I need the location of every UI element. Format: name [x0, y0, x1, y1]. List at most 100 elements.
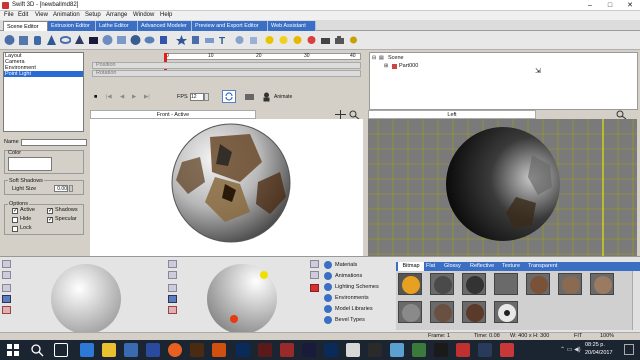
tab-glossy[interactable]: Glossy: [444, 262, 461, 271]
category-bevel-types[interactable]: Bevel Types: [335, 317, 365, 324]
app-icon[interactable]: [478, 343, 492, 357]
tab-bitmap[interactable]: Bitmap: [398, 262, 424, 271]
firefox-icon[interactable]: [168, 343, 182, 357]
app-icon[interactable]: [212, 343, 226, 357]
app-icon[interactable]: [146, 343, 160, 357]
material-swatch[interactable]: [526, 273, 550, 295]
tab-advanced-modeler[interactable]: Advanced Modeler: [138, 21, 192, 31]
maximize-button[interactable]: □: [600, 0, 620, 11]
timeline-ruler[interactable]: 0 10 20 30 40: [165, 53, 361, 60]
torus-icon[interactable]: [144, 34, 155, 46]
material-swatch[interactable]: [494, 301, 518, 323]
torus-icon[interactable]: [59, 34, 72, 46]
menu-setup[interactable]: Setup: [85, 12, 101, 19]
step-back-icon[interactable]: ◀: [120, 94, 124, 101]
menu-animation[interactable]: Animation: [53, 12, 80, 19]
app-icon[interactable]: [412, 343, 426, 357]
add-light-icon[interactable]: [310, 260, 319, 268]
viewport-title[interactable]: Left: [368, 110, 536, 119]
material-swatch[interactable]: [558, 273, 582, 295]
left-viewport[interactable]: [368, 119, 637, 256]
object-trackball[interactable]: [50, 263, 122, 335]
rotation-track[interactable]: Rotation: [92, 70, 361, 77]
light-color-icon[interactable]: [310, 284, 319, 292]
shadows-checkbox[interactable]: ✓: [47, 208, 53, 214]
menu-file[interactable]: File: [4, 12, 14, 19]
app-icon[interactable]: [390, 343, 404, 357]
store-icon[interactable]: [124, 343, 138, 357]
light-icon[interactable]: [306, 34, 317, 46]
shape-icon[interactable]: [190, 34, 201, 46]
category-lighting[interactable]: Lighting Schemes: [335, 284, 379, 291]
swift3d-icon[interactable]: [500, 343, 514, 357]
app-icon[interactable]: [302, 343, 316, 357]
menu-window[interactable]: Window: [133, 12, 154, 19]
tab-web-assistant[interactable]: Web Assistant: [268, 21, 316, 31]
menu-view[interactable]: View: [35, 12, 48, 19]
tab-reflective[interactable]: Reflective: [470, 262, 494, 271]
soccer-ball-model[interactable]: [170, 122, 292, 244]
lock-icon[interactable]: [2, 284, 11, 292]
app-icon[interactable]: [368, 343, 382, 357]
tab-extrusion-editor[interactable]: Extrusion Editor: [48, 21, 96, 31]
fps-input[interactable]: 12: [190, 93, 204, 101]
material-swatch[interactable]: [398, 273, 422, 295]
pyramid-icon[interactable]: [74, 34, 85, 46]
camera-icon[interactable]: [320, 34, 331, 46]
sphere-icon[interactable]: [4, 34, 15, 46]
list-item-selected[interactable]: Point Light: [4, 71, 83, 77]
light-handle-red[interactable]: [230, 315, 238, 323]
category-animations[interactable]: Animations: [335, 273, 362, 280]
tab-scene-editor[interactable]: Scene Editor: [3, 21, 48, 31]
camera-icon[interactable]: [244, 91, 255, 102]
category-materials[interactable]: Materials: [335, 262, 357, 269]
specular-checkbox[interactable]: ✓: [47, 217, 53, 223]
light-icon[interactable]: [264, 34, 275, 46]
app-icon[interactable]: [346, 343, 360, 357]
shape-icon[interactable]: [248, 34, 259, 46]
sphere-icon[interactable]: [130, 34, 141, 46]
rotate-icon[interactable]: [168, 271, 177, 279]
menu-help[interactable]: Help: [160, 12, 172, 19]
fps-stepper[interactable]: [204, 93, 209, 101]
tab-texture[interactable]: Texture: [502, 262, 520, 271]
lock-checkbox[interactable]: [12, 226, 18, 232]
photoshop-icon[interactable]: [236, 343, 250, 357]
category-model-libraries[interactable]: Model Libraries: [335, 306, 373, 313]
remove-light-icon[interactable]: [310, 271, 319, 279]
cube-icon[interactable]: [158, 34, 169, 46]
material-swatch[interactable]: [590, 273, 614, 295]
rotate-icon[interactable]: [2, 260, 11, 268]
material-swatch[interactable]: [462, 273, 486, 295]
lock-icon[interactable]: [168, 284, 177, 292]
tab-preview-export-editor[interactable]: Preview and Export Editor: [192, 21, 268, 31]
close-button[interactable]: ✕: [620, 0, 640, 11]
notification-icon[interactable]: [624, 344, 634, 355]
light-handle-yellow[interactable]: [260, 271, 268, 279]
position-track[interactable]: Position: [92, 62, 361, 69]
animate-icon[interactable]: [261, 91, 272, 102]
rotate-icon[interactable]: [2, 271, 11, 279]
stop-icon[interactable]: ■: [94, 94, 97, 101]
play-icon[interactable]: ▶: [132, 94, 136, 101]
cylinder-icon[interactable]: [32, 34, 43, 46]
zoom-icon[interactable]: [349, 110, 360, 120]
light-icon[interactable]: [278, 34, 289, 46]
start-icon[interactable]: [6, 343, 20, 357]
shape-icon[interactable]: [116, 34, 127, 46]
active-checkbox[interactable]: ✓: [12, 208, 18, 214]
end-icon[interactable]: ▶|: [144, 94, 150, 101]
soccer-ball-model-side[interactable]: [444, 125, 562, 243]
scene-root[interactable]: Scene: [388, 55, 404, 62]
tab-transparent[interactable]: Transparent: [528, 262, 557, 271]
tree-item-part[interactable]: Part000: [399, 63, 418, 70]
tree-expander[interactable]: ⊞: [384, 63, 388, 70]
material-swatch[interactable]: [462, 301, 486, 323]
text-icon[interactable]: T: [218, 34, 229, 47]
app-icon[interactable]: [190, 343, 204, 357]
material-swatch[interactable]: [398, 301, 422, 323]
reset-icon[interactable]: [168, 295, 177, 303]
tree-expander[interactable]: ⊟: [372, 55, 376, 62]
reset-icon[interactable]: [2, 295, 11, 303]
tab-lathe-editor[interactable]: Lathe Editor: [96, 21, 138, 31]
